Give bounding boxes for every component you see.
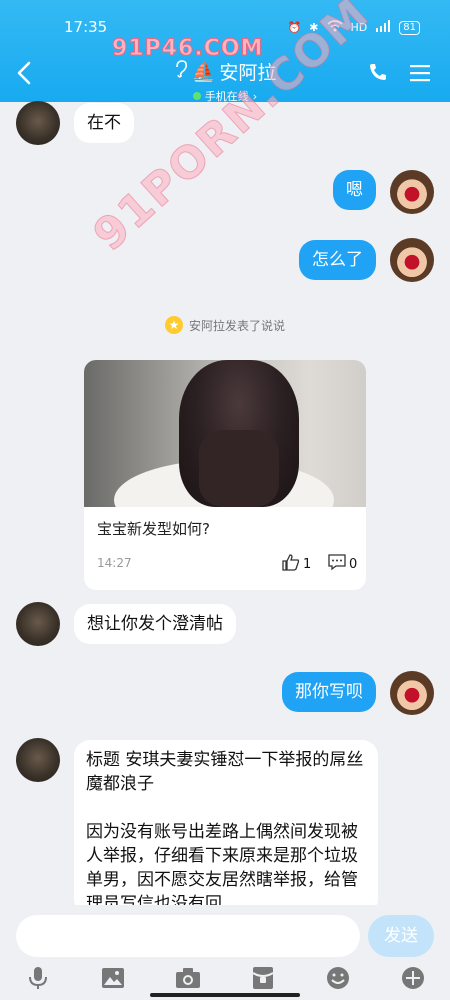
microphone-icon[interactable] (23, 963, 53, 993)
like-button[interactable]: 1 (282, 553, 311, 575)
post-photo[interactable] (84, 360, 366, 507)
status-time: 17:35 (64, 18, 108, 36)
post-time: 14:27 (97, 556, 132, 570)
chat-header: 17:35 ⏰ ✱ HD 81 ⛵ 安阿拉 手机在线 › 91P46.COM (0, 0, 450, 103)
online-dot-icon (192, 92, 201, 100)
long-message-paragraph: 标题 安琪夫妻实锤怼一下举报的屌丝 魔都浪子 (86, 750, 364, 794)
like-count: 1 (303, 556, 312, 572)
comment-count: 0 (349, 556, 358, 572)
post-text: 宝宝新发型如何? (97, 520, 210, 538)
home-indicator (150, 993, 300, 997)
message-bubble[interactable]: 那你写呗 (282, 672, 376, 712)
emoji-icon[interactable] (323, 963, 353, 993)
ear-icon (174, 60, 188, 83)
message-bubble[interactable]: 想让你发个澄清帖 (74, 604, 236, 644)
phone-call-icon[interactable] (368, 62, 388, 86)
message-bubble-long[interactable]: 标题 安琪夫妻实锤怼一下举报的屌丝 魔都浪子 因为没有账号出差路上偶然间发现被人… (74, 740, 378, 915)
menu-icon[interactable] (410, 64, 430, 86)
comment-button[interactable]: 0 (328, 553, 357, 575)
avatar[interactable] (390, 238, 434, 282)
signal-icon (375, 20, 391, 35)
plus-icon[interactable] (398, 963, 428, 993)
post-card[interactable]: 宝宝新发型如何? 14:27 1 0 (84, 360, 366, 590)
watermark-top: 91P46.COM (111, 36, 264, 62)
thumbs-up-icon (282, 553, 300, 575)
avatar[interactable] (16, 101, 60, 145)
battery-icon: 81 (399, 20, 420, 35)
message-bubble[interactable]: 在不 (74, 103, 134, 143)
input-bar: 发送 (0, 905, 450, 1000)
comment-icon (328, 553, 346, 575)
input-toolbar (0, 963, 450, 993)
avatar[interactable] (16, 602, 60, 646)
red-packet-icon[interactable] (248, 963, 278, 993)
avatar[interactable] (390, 671, 434, 715)
avatar[interactable] (16, 738, 60, 782)
camera-icon[interactable] (173, 963, 203, 993)
avatar[interactable] (390, 170, 434, 214)
image-icon[interactable] (98, 963, 128, 993)
message-input[interactable] (16, 915, 360, 957)
status-bar: 17:35 ⏰ ✱ HD 81 (0, 0, 450, 40)
system-notice-text: 安阿拉发表了说说 (188, 318, 285, 333)
system-notice: ★ 安阿拉发表了说说 (0, 316, 450, 334)
boat-icon: ⛵ (191, 61, 216, 83)
message-bubble[interactable]: 嗯 (333, 170, 376, 210)
message-bubble[interactable]: 怎么了 (299, 240, 376, 280)
send-button[interactable]: 发送 (368, 915, 434, 957)
long-message-paragraph: 因为没有账号出差路上偶然间发现被人举报，仔细看下来原来是那个垃圾单男，因不愿交友… (86, 822, 358, 914)
star-icon: ★ (164, 316, 183, 334)
